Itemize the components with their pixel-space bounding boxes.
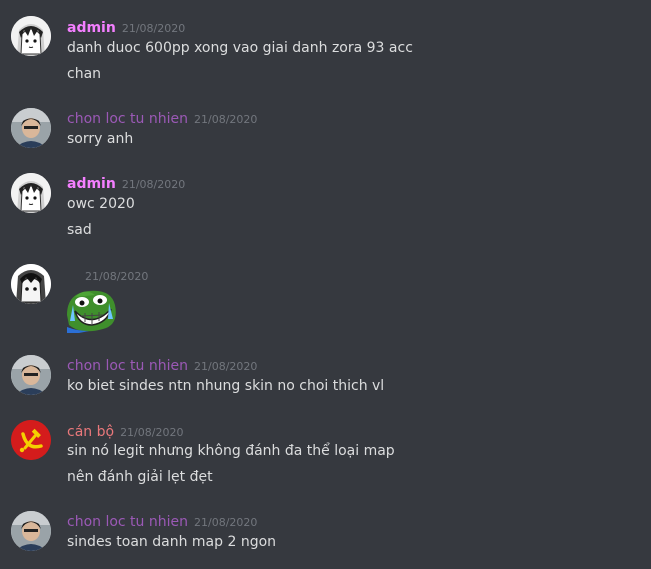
- message-text: danh duoc 600pp xong vao giai danh zora …: [67, 40, 413, 56]
- avatar-chon-loc-tu-nhien[interactable]: [11, 511, 51, 551]
- avatar-chon-loc-tu-nhien[interactable]: [11, 355, 51, 395]
- timestamp: 21/08/2020: [121, 178, 186, 191]
- message-text: owc 2020: [67, 196, 135, 212]
- pepe-emoji-icon: [67, 290, 116, 333]
- photo-avatar-icon: [11, 355, 51, 395]
- message-text: sindes toan danh map 2 ngon: [67, 534, 277, 550]
- message-text: sorry anh: [67, 131, 134, 147]
- anime-avatar-icon: [11, 173, 51, 213]
- message-header: admin 21/08/2020: [67, 17, 185, 37]
- username[interactable]: cán bộ: [67, 424, 114, 440]
- crying-pepe-emoji: [67, 285, 117, 333]
- message-header: chon loc tu nhien 21/08/2020: [67, 511, 257, 531]
- message-header: cán bộ 21/08/2020: [67, 421, 183, 441]
- timestamp: 21/08/2020: [194, 113, 258, 126]
- timestamp: 21/08/2020: [194, 516, 258, 529]
- avatar-can-bo[interactable]: [11, 420, 51, 460]
- timestamp: 21/08/2020: [85, 270, 149, 283]
- username[interactable]: admin: [67, 20, 116, 36]
- message-text: nên đánh giải lẹt đẹt: [67, 469, 213, 485]
- message-header: chon loc tu nhien 21/08/2020: [67, 108, 257, 128]
- hammer-sickle-icon: [11, 420, 51, 460]
- message-header: chon loc tu nhien 21/08/2020: [67, 355, 257, 375]
- avatar-admin[interactable]: [11, 16, 51, 56]
- avatar-unnamed-user[interactable]: [11, 264, 51, 304]
- username[interactable]: admin: [67, 176, 116, 192]
- avatar-chon-loc-tu-nhien[interactable]: [11, 108, 51, 148]
- username[interactable]: chon loc tu nhien: [67, 358, 188, 374]
- username[interactable]: chon loc tu nhien: [67, 111, 188, 127]
- username[interactable]: chon loc tu nhien: [67, 514, 188, 530]
- anime-avatar-icon: [11, 264, 51, 304]
- avatar-admin[interactable]: [11, 173, 51, 213]
- photo-avatar-icon: [11, 511, 51, 551]
- message-text: chan: [67, 66, 102, 82]
- message-header: admin 21/08/2020: [67, 173, 185, 193]
- message-text: sin nó legit nhưng không đánh đa thể loạ…: [67, 443, 395, 459]
- timestamp: 21/08/2020: [121, 22, 186, 35]
- message-text: ko biet sindes ntn nhung skin no choi th…: [67, 378, 385, 394]
- anime-avatar-icon: [11, 16, 51, 56]
- photo-avatar-icon: [11, 108, 51, 148]
- message-header: 21/08/2020: [85, 265, 148, 285]
- message-text: sad: [67, 222, 92, 238]
- timestamp: 21/08/2020: [194, 360, 258, 373]
- timestamp: 21/08/2020: [120, 426, 184, 439]
